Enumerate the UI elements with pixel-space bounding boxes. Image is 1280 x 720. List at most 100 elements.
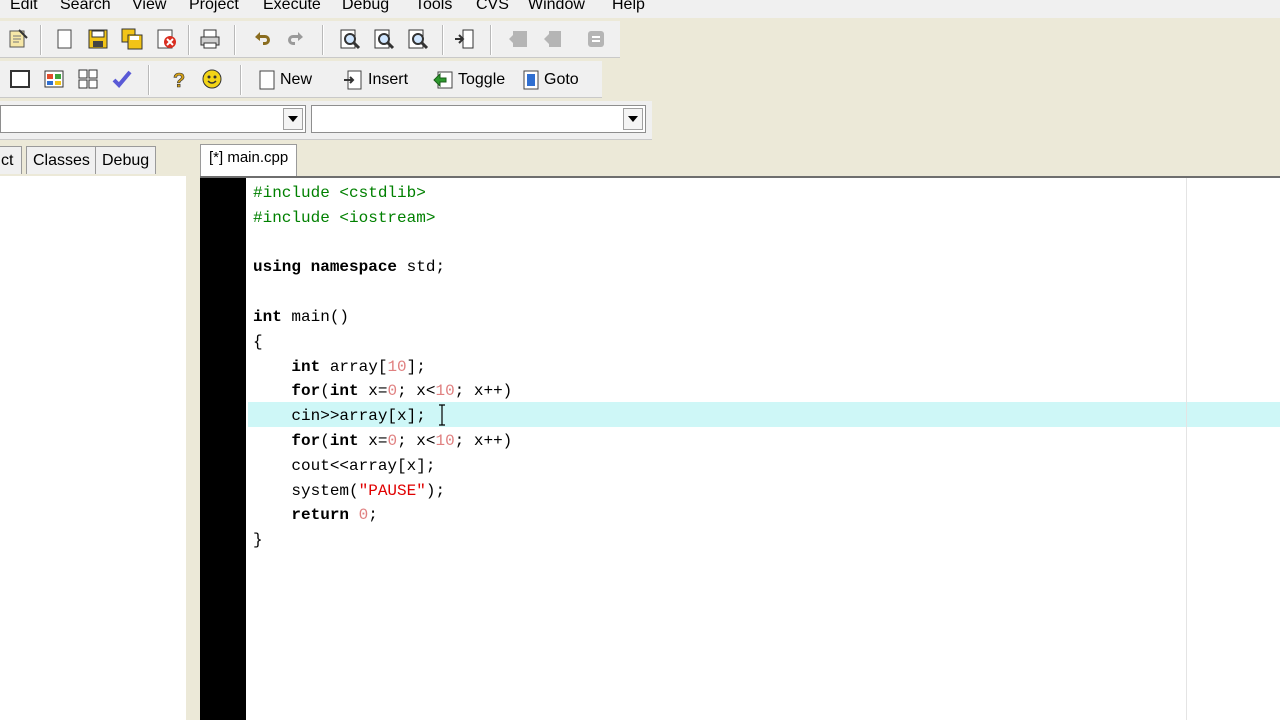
next-bookmark-button[interactable]	[540, 27, 564, 51]
window-icon	[10, 70, 30, 88]
colored-grid-icon	[44, 70, 64, 88]
code-line: for(int x=0; x<10; x++)	[291, 382, 513, 401]
toolbar-separator	[234, 25, 236, 55]
code-editor[interactable]: #include <cstdlib> #include <iostream> u…	[200, 176, 1280, 720]
check-syntax-button[interactable]	[110, 67, 134, 91]
print-button[interactable]	[198, 27, 222, 51]
grid-icon	[78, 69, 98, 89]
editor-tab-label: [*] main.cpp	[209, 149, 289, 166]
help-button[interactable]: ?	[166, 67, 190, 91]
insert-label: Insert	[368, 71, 409, 88]
previous-bookmark-button[interactable]	[506, 27, 530, 51]
menu-view[interactable]: View	[132, 0, 166, 16]
menu-edit[interactable]: Edit	[10, 0, 38, 16]
find-next-icon	[408, 29, 429, 50]
menu-project[interactable]: Project	[189, 0, 239, 16]
insert-icon	[344, 70, 362, 90]
redo-icon	[288, 32, 303, 45]
toggle-label: Toggle	[458, 71, 506, 88]
code-line: for(int x=0; x<10; x++)	[291, 431, 513, 450]
menu-debug[interactable]: Debug	[342, 0, 389, 16]
code-line: int array[10];	[291, 357, 426, 376]
menu-bar: Edit Search View Project Execute Debug T…	[0, 0, 1280, 18]
toolbar-separator	[188, 25, 190, 55]
save-all-icon	[121, 28, 143, 50]
checkmark-icon	[112, 70, 132, 88]
code-line: using namespace std;	[253, 258, 446, 277]
menu-search[interactable]: Search	[60, 0, 111, 16]
class-combo[interactable]	[0, 105, 306, 133]
code-line: system("PAUSE");	[291, 481, 446, 500]
insert-button[interactable]: Insert	[342, 67, 408, 93]
new-file-button[interactable]	[52, 27, 76, 51]
toolbar-separator	[40, 25, 42, 55]
toolbar-separator	[240, 65, 242, 95]
tab-debug-label: Debug	[102, 152, 150, 169]
about-button[interactable]	[200, 67, 224, 91]
code-line: cin>>array[x];	[291, 407, 426, 426]
goto-label: Goto	[544, 71, 579, 88]
main-toolbar	[0, 21, 620, 58]
console-app-button[interactable]	[76, 67, 100, 91]
goto-line-button[interactable]	[452, 27, 476, 51]
goto-icon	[523, 70, 539, 90]
new-label: New	[280, 71, 313, 88]
menu-help[interactable]: Help	[612, 0, 645, 16]
chevron-down-icon[interactable]	[283, 108, 303, 130]
tab-project-label: ct	[1, 152, 14, 169]
undo-button[interactable]	[250, 27, 274, 51]
menu-cvs[interactable]: CVS	[476, 0, 509, 16]
panel-splitter[interactable]	[186, 176, 200, 720]
toolbar-separator	[442, 25, 444, 55]
blank-page-icon	[57, 29, 72, 49]
replace-button[interactable]	[372, 27, 396, 51]
menu-window[interactable]: Window	[528, 0, 585, 16]
toggle-icon	[433, 71, 453, 89]
goto-line-icon	[455, 29, 474, 49]
new-project-button[interactable]	[8, 67, 32, 91]
svg-text:?: ?	[173, 70, 185, 90]
chevron-down-icon[interactable]	[623, 108, 643, 130]
close-file-button[interactable]	[154, 27, 178, 51]
project-options-button[interactable]	[6, 27, 30, 51]
menu-tools[interactable]: Tools	[415, 0, 452, 16]
code-line: {	[253, 332, 263, 351]
save-all-button[interactable]	[120, 27, 144, 51]
tab-classes[interactable]: Classes	[26, 146, 97, 174]
windows-app-button[interactable]	[42, 67, 66, 91]
secondary-toolbar: ? New Insert Toggle Goto	[0, 61, 602, 98]
right-margin-line	[1186, 178, 1187, 720]
tab-main-cpp[interactable]: [*] main.cpp	[200, 144, 298, 176]
code-line: return 0;	[291, 506, 378, 525]
toolbar-separator	[490, 25, 492, 55]
find-button[interactable]	[338, 27, 362, 51]
text-cursor-icon	[438, 404, 445, 426]
menu-execute[interactable]: Execute	[263, 0, 321, 16]
redo-button[interactable]	[284, 27, 308, 51]
toolbar-separator	[148, 65, 150, 95]
toolbar-separator	[322, 25, 324, 55]
bookmark-icon	[588, 31, 604, 47]
save-button[interactable]	[86, 27, 110, 51]
find-next-button[interactable]	[406, 27, 430, 51]
code-line: #include <cstdlib>	[253, 184, 426, 202]
member-combo[interactable]	[311, 105, 646, 133]
tab-classes-label: Classes	[33, 152, 90, 169]
find-icon	[340, 29, 361, 50]
tab-project[interactable]: ct	[0, 146, 22, 174]
new-class-button[interactable]: New	[258, 67, 312, 93]
question-mark-icon: ?	[173, 70, 186, 90]
undo-icon	[255, 32, 270, 45]
toggle-bookmark-button[interactable]	[584, 27, 608, 51]
prev-bookmark-icon	[509, 31, 527, 47]
printer-icon	[200, 29, 220, 49]
new-page-icon	[259, 70, 275, 90]
wand-icon	[9, 29, 28, 48]
tab-debug[interactable]: Debug	[95, 146, 157, 174]
code-lines: #include <cstdlib> #include <iostream> u…	[253, 181, 512, 553]
toggle-button[interactable]: Toggle	[432, 67, 505, 93]
goto-button[interactable]: Goto	[522, 67, 579, 93]
editor-gutter	[200, 178, 246, 720]
